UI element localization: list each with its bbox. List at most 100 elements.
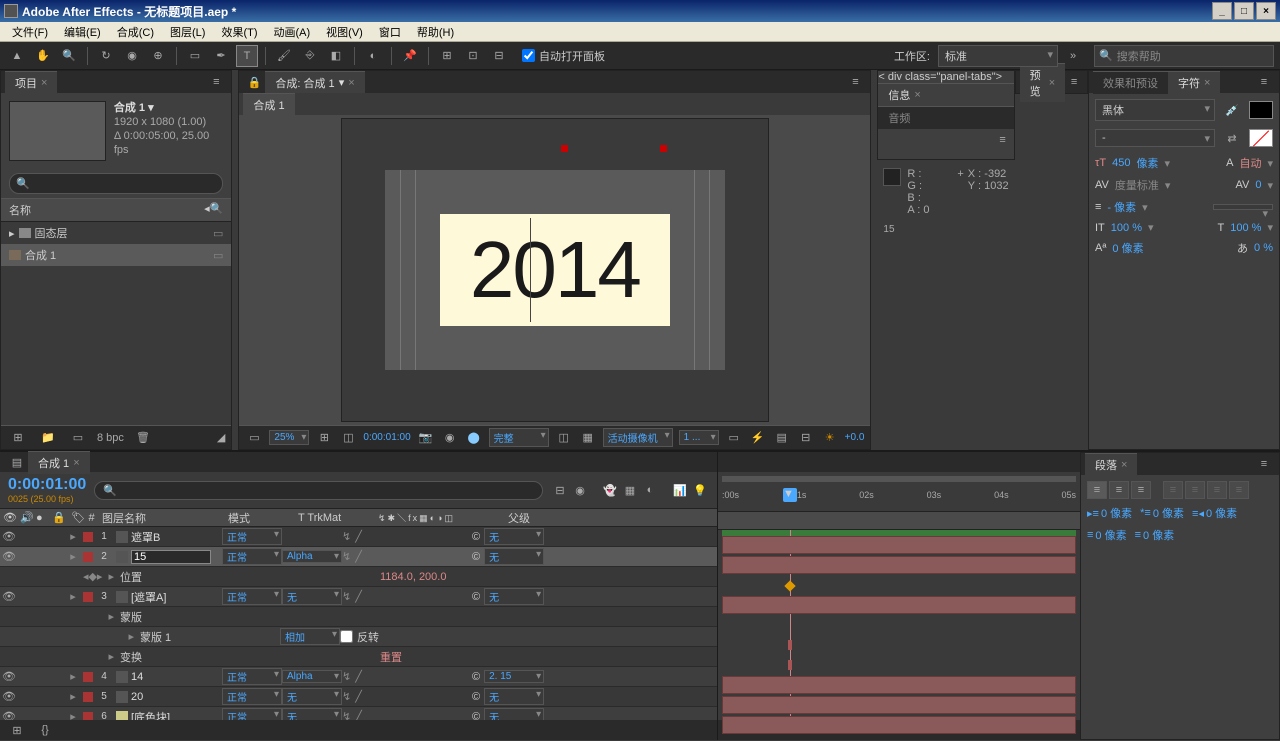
property-name[interactable]: 位置 bbox=[120, 569, 260, 585]
blend-mode-dropdown[interactable]: 正常 bbox=[222, 588, 282, 605]
help-search[interactable]: 🔍 搜索帮助 bbox=[1094, 45, 1274, 67]
blend-mode-dropdown[interactable]: 正常 bbox=[222, 688, 282, 705]
selection-tool-icon[interactable]: ▲ bbox=[6, 45, 28, 67]
column-toggles[interactable]: ◂🔍 bbox=[204, 202, 223, 218]
layer-duration-bar[interactable] bbox=[722, 676, 1076, 694]
label-color[interactable] bbox=[83, 532, 93, 542]
menu-window[interactable]: 窗口 bbox=[371, 22, 409, 42]
exposure-value[interactable]: +0.0 bbox=[845, 432, 865, 443]
comp-outer-tab[interactable]: 合成: 合成 1 ▾ × bbox=[265, 71, 364, 94]
comp-name[interactable]: 合成 1 ▾ bbox=[114, 101, 224, 115]
expand-icon[interactable]: ▸ bbox=[66, 670, 80, 683]
panel-menu-icon[interactable]: ≡ bbox=[1253, 453, 1275, 475]
time-navigator[interactable] bbox=[722, 476, 1076, 482]
trash-icon[interactable]: 🗑 bbox=[132, 427, 154, 449]
character-tab[interactable]: 字符× bbox=[1168, 71, 1220, 94]
expand-icon[interactable]: ▸ bbox=[66, 590, 80, 603]
track-matte-dropdown[interactable]: Alpha bbox=[282, 550, 342, 563]
name-column[interactable]: 名称 bbox=[9, 202, 31, 218]
track-matte-dropdown[interactable]: 无 bbox=[282, 688, 342, 705]
justify-all-icon[interactable]: ≡ bbox=[1229, 481, 1249, 499]
close-button[interactable]: × bbox=[1256, 2, 1276, 20]
mode-col[interactable]: 模式 bbox=[228, 510, 298, 526]
menu-edit[interactable]: 编辑(E) bbox=[56, 22, 109, 42]
auto-open-panels[interactable]: 自动打开面板 bbox=[522, 48, 605, 64]
label-color[interactable] bbox=[83, 592, 93, 602]
expand-icon[interactable]: ▸ bbox=[66, 710, 80, 720]
layer-name[interactable]: 20 bbox=[112, 691, 222, 703]
interpret-icon[interactable]: ⊞ bbox=[7, 427, 29, 449]
paragraph-tab[interactable]: 段落× bbox=[1085, 453, 1137, 476]
layer-switch-icon[interactable]: ↯ bbox=[342, 590, 351, 603]
close-icon[interactable]: × bbox=[1049, 77, 1055, 89]
roto-tool-icon[interactable]: ◐ bbox=[362, 45, 384, 67]
layer-switch-icon[interactable]: ╱ bbox=[355, 550, 362, 563]
audio-tab[interactable]: 音频 bbox=[878, 106, 1013, 129]
parent-col[interactable]: 父级 bbox=[508, 510, 588, 526]
minimize-button[interactable]: _ bbox=[1212, 2, 1232, 20]
toggle-modes-icon[interactable]: {} bbox=[34, 719, 56, 741]
camera-tool-icon[interactable]: ◉ bbox=[121, 45, 143, 67]
text-layer[interactable]: 2014 bbox=[440, 214, 670, 326]
justify-last-right-icon[interactable]: ≡ bbox=[1207, 481, 1227, 499]
comp-thumbnail[interactable] bbox=[9, 101, 106, 161]
blend-mode-dropdown[interactable]: 正常 bbox=[222, 668, 282, 685]
expand-icon[interactable]: ▸ bbox=[9, 227, 15, 240]
baseline[interactable]: 0 像素 bbox=[1112, 240, 1143, 256]
lock-col-icon[interactable]: 🔒 bbox=[52, 511, 68, 524]
maximize-button[interactable]: □ bbox=[1234, 2, 1254, 20]
label-color[interactable] bbox=[83, 672, 93, 682]
layer-duration-bar[interactable] bbox=[722, 556, 1076, 574]
pickwhip-icon[interactable]: © bbox=[472, 531, 480, 543]
swap-colors-icon[interactable]: ⇄ bbox=[1221, 127, 1243, 149]
close-icon[interactable]: × bbox=[73, 457, 79, 469]
keyframe-nav-icon[interactable]: ◂◆▸ bbox=[83, 570, 103, 583]
audio-col-icon[interactable]: 🔊 bbox=[20, 511, 36, 524]
keyframe-icon[interactable] bbox=[784, 580, 795, 591]
layer-switch-icon[interactable]: ↯ bbox=[342, 710, 351, 720]
property-name[interactable]: 变换 bbox=[120, 649, 260, 665]
transform-handle[interactable] bbox=[561, 145, 568, 152]
trkmat-col[interactable]: T TrkMat bbox=[298, 512, 378, 524]
kerning[interactable]: 度量标准 bbox=[1115, 177, 1159, 193]
parent-dropdown[interactable]: 无 bbox=[484, 548, 544, 565]
expand-icon[interactable]: ▸ bbox=[128, 630, 134, 643]
visibility-toggle[interactable]: 👁 bbox=[0, 550, 18, 563]
panel-menu-icon[interactable]: ≡ bbox=[205, 71, 227, 93]
layer-row[interactable]: 👁 ▸ 4 14 正常 Alpha ↯ ╱ ©2. 15 bbox=[0, 667, 717, 687]
clone-tool-icon[interactable]: ⎆ bbox=[299, 45, 321, 67]
layer-row[interactable]: 👁 ▸ 6 [底色块] 正常 无 ↯ ╱ ©无 bbox=[0, 707, 717, 720]
transform-handle[interactable] bbox=[660, 145, 667, 152]
layer-switch-icon[interactable]: ╱ bbox=[355, 590, 362, 603]
toggle-switches-icon[interactable]: ⊞ bbox=[6, 719, 28, 741]
leading[interactable]: 自动 bbox=[1239, 155, 1261, 171]
comp-inner-tab[interactable]: 合成 1 bbox=[243, 93, 294, 116]
layer-row[interactable]: 👁 ▸ 1 遮罩B 正常 ↯ ╱ ©无 bbox=[0, 527, 717, 547]
visibility-toggle[interactable]: 👁 bbox=[0, 690, 18, 703]
panel-menu-icon[interactable]: ≡ bbox=[1253, 71, 1275, 93]
close-icon[interactable]: × bbox=[348, 77, 354, 89]
layer-property-row[interactable]: ▸变换重置 bbox=[0, 647, 717, 667]
grid-icon[interactable]: ⊞ bbox=[315, 429, 333, 447]
panel-menu-icon[interactable]: ≡ bbox=[1065, 71, 1083, 93]
current-time[interactable]: 0:00:01:00 bbox=[363, 432, 410, 443]
brush-tool-icon[interactable]: 🖌 bbox=[273, 45, 295, 67]
expand-icon[interactable]: ▸ bbox=[108, 650, 114, 663]
pickwhip-icon[interactable]: © bbox=[472, 711, 480, 721]
puppet-tool-icon[interactable]: 📌 bbox=[399, 45, 421, 67]
menu-layer[interactable]: 图层(L) bbox=[162, 22, 213, 42]
marker-icon[interactable] bbox=[788, 660, 792, 670]
property-name[interactable]: 蒙版 1 bbox=[140, 629, 280, 645]
track-matte-dropdown[interactable]: 无 bbox=[282, 708, 342, 720]
transparency-icon[interactable]: ▦ bbox=[579, 429, 597, 447]
switches-col[interactable]: ↯✱＼fx▦◐◑◫ bbox=[378, 511, 508, 524]
menu-view[interactable]: 视图(V) bbox=[318, 22, 371, 42]
view-axis-icon[interactable]: ⊟ bbox=[488, 45, 510, 67]
parent-dropdown[interactable]: 无 bbox=[484, 708, 544, 720]
expand-icon[interactable]: ▸ bbox=[66, 690, 80, 703]
hide-shy-icon[interactable]: 👻 bbox=[601, 481, 619, 499]
bpc-button[interactable]: 8 bpc bbox=[97, 432, 124, 444]
local-axis-icon[interactable]: ⊞ bbox=[436, 45, 458, 67]
pickwhip-icon[interactable]: © bbox=[472, 691, 480, 703]
channel-icon[interactable]: ⬤ bbox=[465, 429, 483, 447]
